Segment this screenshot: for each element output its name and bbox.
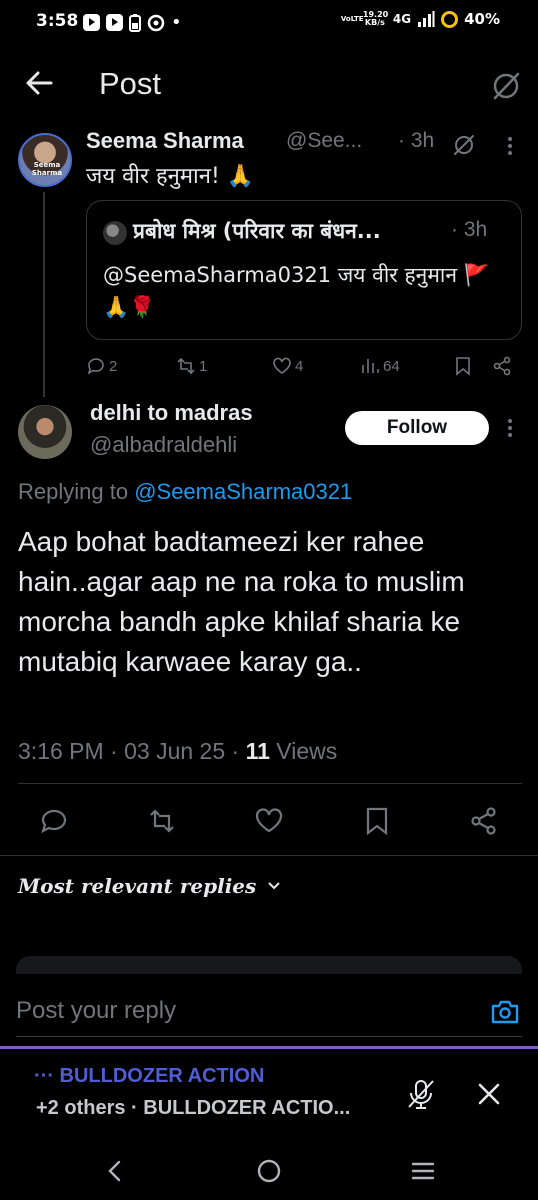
- share-button[interactable]: [492, 352, 512, 380]
- replies-sort-dropdown[interactable]: Most relevant replies: [18, 874, 282, 898]
- author-handle[interactable]: @See...: [286, 129, 362, 153]
- avatar-label: Seema Sharma: [31, 161, 63, 177]
- space-dock[interactable]: ··· BULLDOZER ACTION +2 others · BULLDOZ…: [0, 1049, 538, 1139]
- repost-icon[interactable]: [147, 806, 177, 836]
- divider: [18, 783, 522, 784]
- status-notification-icons: •: [83, 12, 182, 33]
- youtube-icon: [83, 14, 100, 31]
- avatar[interactable]: Seema Sharma: [18, 133, 72, 187]
- replying-to-link[interactable]: @SeemaSharma0321: [134, 479, 352, 504]
- bookmark-button[interactable]: [453, 352, 473, 380]
- reply-icon: [87, 358, 104, 375]
- views-count[interactable]: 11: [246, 738, 270, 764]
- quoted-post-text: @SeemaSharma0321 जय वीर हनुमान 🚩🙏🌹: [103, 263, 490, 319]
- nav-home-icon[interactable]: [254, 1156, 284, 1186]
- reply-input[interactable]: [16, 994, 476, 1028]
- page-title: Post: [99, 66, 162, 101]
- notification-dot-icon: •: [171, 12, 182, 33]
- chevron-down-icon: [268, 882, 280, 890]
- close-icon[interactable]: [476, 1081, 502, 1107]
- avatar[interactable]: [18, 405, 72, 459]
- app-header: Post: [0, 58, 538, 114]
- nav-recents-icon[interactable]: [408, 1156, 438, 1186]
- nav-back-icon[interactable]: [100, 1156, 130, 1186]
- battery-level: 40%: [464, 10, 500, 28]
- views-icon: [362, 359, 379, 373]
- more-vertical-icon[interactable]: [500, 416, 520, 440]
- post-timestamp: 3:16 PM · 03 Jun 25 ·: [18, 738, 246, 764]
- reply-composer: [0, 974, 538, 1044]
- post-actions-large: [0, 800, 538, 844]
- repost-icon: [177, 357, 195, 375]
- mic-off-icon[interactable]: [404, 1077, 438, 1111]
- battery-saver-icon: [129, 13, 141, 32]
- chrome-icon: [147, 14, 165, 31]
- volte-icon: VoLTE: [340, 15, 364, 23]
- views-label: Views: [269, 738, 338, 764]
- replies-sort-label: Most relevant replies: [18, 874, 257, 898]
- space-subtitle: +2 others · BULLDOZER ACTIO...: [36, 1097, 351, 1119]
- quoted-author-name[interactable]: प्रबोध मिश्र (परिवार का बंधन...: [133, 217, 381, 245]
- post-text: जय वीर हनुमान! 🙏: [86, 164, 255, 189]
- status-right: VoLTE 19.20 KB/s 4G 40%: [341, 10, 500, 28]
- like-icon[interactable]: [254, 806, 284, 836]
- post-text: Aap bohat badtameezi ker rahee hain..aga…: [18, 526, 465, 677]
- grok-icon[interactable]: [490, 70, 522, 102]
- reply-icon[interactable]: [39, 806, 69, 836]
- share-icon[interactable]: [469, 806, 499, 836]
- thread-line: [43, 192, 45, 397]
- signal-icon: [418, 11, 435, 27]
- more-vertical-icon[interactable]: [500, 134, 520, 158]
- repost-count: 1: [199, 357, 208, 375]
- network-type: 4G: [392, 12, 412, 26]
- system-navigation-bar: [0, 1140, 538, 1200]
- like-icon: [273, 357, 291, 374]
- reply-button[interactable]: 2: [86, 352, 117, 380]
- author-handle[interactable]: @albadraldehli: [90, 432, 237, 458]
- battery-icon: [441, 10, 459, 28]
- follow-button[interactable]: Follow: [345, 411, 489, 445]
- author-name[interactable]: delhi to madras: [90, 400, 253, 426]
- views-button[interactable]: 64: [360, 352, 400, 380]
- like-button[interactable]: 4: [272, 352, 303, 380]
- divider: [0, 855, 538, 856]
- post-actions: 2 1 4 64: [86, 352, 526, 380]
- reply-count: 2: [109, 357, 118, 375]
- author-name[interactable]: Seema Sharma: [86, 128, 244, 154]
- status-time: 3:58: [36, 11, 79, 31]
- replying-to: Replying to @SeemaSharma0321: [18, 479, 352, 505]
- post-meta: 3:16 PM · 03 Jun 25 · 11 Views: [18, 738, 337, 765]
- like-count: 4: [295, 357, 304, 375]
- back-arrow-icon[interactable]: [24, 68, 54, 98]
- camera-icon[interactable]: [489, 996, 521, 1028]
- share-icon: [493, 356, 511, 376]
- replying-prefix: Replying to: [18, 479, 135, 504]
- quoted-post-time: · 3h: [451, 218, 488, 241]
- status-bar: 3:58 • VoLTE 19.20 KB/s 4G 40%: [0, 0, 538, 44]
- repost-button[interactable]: 1: [176, 352, 207, 380]
- post-time: · 3h: [398, 129, 435, 152]
- views-count: 64: [383, 357, 400, 375]
- bookmark-icon[interactable]: [362, 806, 392, 836]
- bookmark-icon: [456, 357, 470, 376]
- network-speed: 19.20 KB/s: [362, 10, 389, 27]
- space-title[interactable]: ··· BULLDOZER ACTION: [34, 1065, 264, 1088]
- avatar[interactable]: [103, 221, 127, 245]
- youtube-icon: [106, 14, 123, 31]
- grok-icon[interactable]: [452, 133, 476, 157]
- reply-underline: [16, 1036, 522, 1037]
- quoted-post[interactable]: प्रबोध मिश्र (परिवार का बंधन... · 3h @Se…: [86, 200, 522, 340]
